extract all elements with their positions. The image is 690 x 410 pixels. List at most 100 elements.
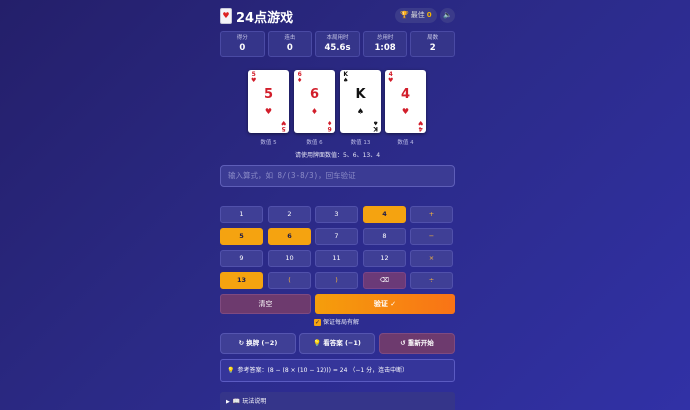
key-4[interactable]: 4 [363, 206, 406, 223]
key-11[interactable]: 11 [315, 250, 358, 267]
stat-value: 0 [239, 43, 246, 53]
restart-label: 重新开始 [407, 339, 434, 347]
card-corner: K ♠ [372, 119, 378, 132]
card-corner: 5 ♥ [251, 72, 256, 84]
heart-suit-icon: ♥ [401, 107, 410, 116]
trophy-icon: 🏆 [400, 11, 409, 19]
card-value-label: 数值 5 [260, 140, 277, 146]
stat-label: 连击 [284, 35, 296, 41]
chevron-right-icon: ▶ [226, 399, 230, 405]
best-score-value: 0 [426, 11, 432, 19]
card-corner-suit-icon: ♦ [326, 119, 332, 126]
show-answer-button[interactable]: 💡 看答案 (−1) [299, 333, 375, 354]
card-corner-rank: 4 [418, 125, 423, 132]
card-corner: 4 ♥ [417, 119, 423, 132]
card-corner-suit-icon: ♦ [297, 77, 303, 84]
best-score-badge: 🏆 最佳 0 [395, 8, 437, 23]
card-corner: 5 ♥ [280, 119, 286, 132]
verify-button[interactable]: 验证 ✓ [315, 294, 455, 314]
stat-value: 1:08 [374, 43, 396, 53]
playing-card[interactable]: 5 ♥ 5 ♥ 5 ♥ [248, 70, 289, 133]
card-rank: 4 [400, 87, 411, 102]
playing-card[interactable]: K ♠ K ♠ K ♠ [340, 70, 381, 133]
stats-bar: 得分 0 连击 0 本局用时 45.6s 总用时 1:08 局数 2 [220, 31, 455, 57]
key-10[interactable]: 10 [268, 250, 311, 267]
key-9[interactable]: 9 [220, 250, 263, 267]
clear-button[interactable]: 清空 [220, 294, 311, 314]
reference-answer: 💡 参考答案：(8 − (8 × (10 − 12))) = 24 （−1 分，连… [220, 359, 455, 382]
rules-toggle[interactable]: ▶ 📖 玩法说明 [220, 392, 455, 410]
stat-label: 局数 [427, 35, 439, 41]
key-1[interactable]: 1 [220, 206, 263, 223]
key-open-paren[interactable]: ( [268, 272, 311, 289]
stat-value: 2 [429, 43, 436, 53]
card-rank: 5 [263, 87, 274, 102]
key-13[interactable]: 13 [220, 272, 263, 289]
spade-suit-icon: ♠ [356, 107, 365, 116]
key-8[interactable]: 8 [363, 228, 406, 245]
playing-card[interactable]: 4 ♥ 4 ♥ 4 ♥ [385, 70, 426, 133]
card-logo-icon: ♥ [220, 8, 232, 24]
rules-label: 玩法说明 [242, 398, 267, 405]
key-6[interactable]: 6 [268, 228, 311, 245]
card-value-row: 数值 5 数值 6 数值 13 数值 4 [248, 138, 428, 146]
card-corner-suit-icon: ♥ [280, 119, 286, 126]
swap-label: 换牌 (−2) [246, 339, 278, 347]
key-3[interactable]: 3 [315, 206, 358, 223]
heart-suit-icon: ♥ [264, 107, 273, 116]
swap-cards-button[interactable]: ↻ 换牌 (−2) [220, 333, 296, 354]
key-divide[interactable]: ÷ [410, 272, 453, 289]
stat-round-time: 本局用时 45.6s [315, 31, 360, 57]
key-12[interactable]: 12 [363, 250, 406, 267]
card-value-label: 数值 4 [397, 140, 414, 146]
action-row: ↻ 换牌 (−2) 💡 看答案 (−1) ↺ 重新开始 [220, 333, 455, 354]
card-rank: 6 [309, 87, 320, 102]
restart-icon: ↺ [400, 339, 406, 347]
stat-rounds: 局数 2 [410, 31, 455, 57]
card-value-label: 数值 6 [306, 140, 323, 146]
book-icon: 📖 [232, 398, 241, 405]
stat-label: 本局用时 [326, 35, 349, 41]
card-corner-suit-icon: ♥ [388, 77, 394, 84]
lightbulb-icon: 💡 [227, 367, 235, 374]
backspace-icon[interactable]: ⌫ [363, 272, 406, 289]
key-multiply[interactable]: × [410, 250, 453, 267]
stat-label: 得分 [236, 35, 248, 41]
diamond-suit-icon: ♦ [310, 107, 319, 116]
stat-value: 45.6s [324, 43, 351, 53]
reference-text: 参考答案：(8 − (8 × (10 − 12))) = 24 （−1 分，连击… [237, 367, 409, 374]
header: ♥ 24点游戏 🏆 最佳 0 🔈 [220, 6, 455, 26]
guarantee-solvable-toggle[interactable]: ✓ 保证每局有解 [314, 319, 359, 327]
restart-button[interactable]: ↺ 重新开始 [379, 333, 455, 354]
card-corner: 6 ♦ [297, 72, 302, 84]
card-values-hint: 请使用牌面数值：5、6、13、4 [294, 152, 381, 159]
card-corner: K ♠ [343, 72, 348, 84]
sound-toggle-icon[interactable]: 🔈 [440, 8, 455, 23]
guarantee-label: 保证每局有解 [323, 319, 360, 326]
card-value-label: 数值 13 [350, 140, 371, 146]
card-row: 5 ♥ 5 ♥ 5 ♥ 6 ♦ 6 ♦ 6 ♦ K ♠ K ♠ K ♠ 4 ♥ 4 ♥ 4 ♥ [248, 70, 428, 136]
expression-input[interactable]: 输入算式，如 8/(3-8/3)，回车验证 [220, 165, 455, 187]
refresh-icon: ↻ [238, 339, 245, 347]
key-minus[interactable]: − [410, 228, 453, 245]
answer-label: 看答案 (−1) [323, 339, 361, 347]
best-score-label: 最佳 [410, 11, 425, 19]
key-2[interactable]: 2 [268, 206, 311, 223]
key-5[interactable]: 5 [220, 228, 263, 245]
card-corner-rank: K [372, 125, 378, 132]
card-corner-suit-icon: ♥ [251, 77, 257, 84]
stat-total-time: 总用时 1:08 [362, 31, 408, 57]
stat-score: 得分 0 [220, 31, 265, 57]
card-corner-rank: 6 [327, 125, 332, 132]
key-plus[interactable]: + [410, 206, 453, 223]
key-close-paren[interactable]: ) [315, 272, 358, 289]
card-corner: 6 ♦ [326, 119, 332, 132]
checkbox-checked-icon[interactable]: ✓ [314, 319, 321, 326]
card-corner-suit-icon: ♥ [417, 119, 423, 126]
card-corner-suit-icon: ♠ [343, 77, 349, 84]
card-rank: K [355, 87, 366, 102]
playing-card[interactable]: 6 ♦ 6 ♦ 6 ♦ [294, 70, 335, 133]
key-7[interactable]: 7 [315, 228, 358, 245]
stat-value: 0 [286, 43, 293, 53]
card-corner: 4 ♥ [388, 72, 393, 84]
